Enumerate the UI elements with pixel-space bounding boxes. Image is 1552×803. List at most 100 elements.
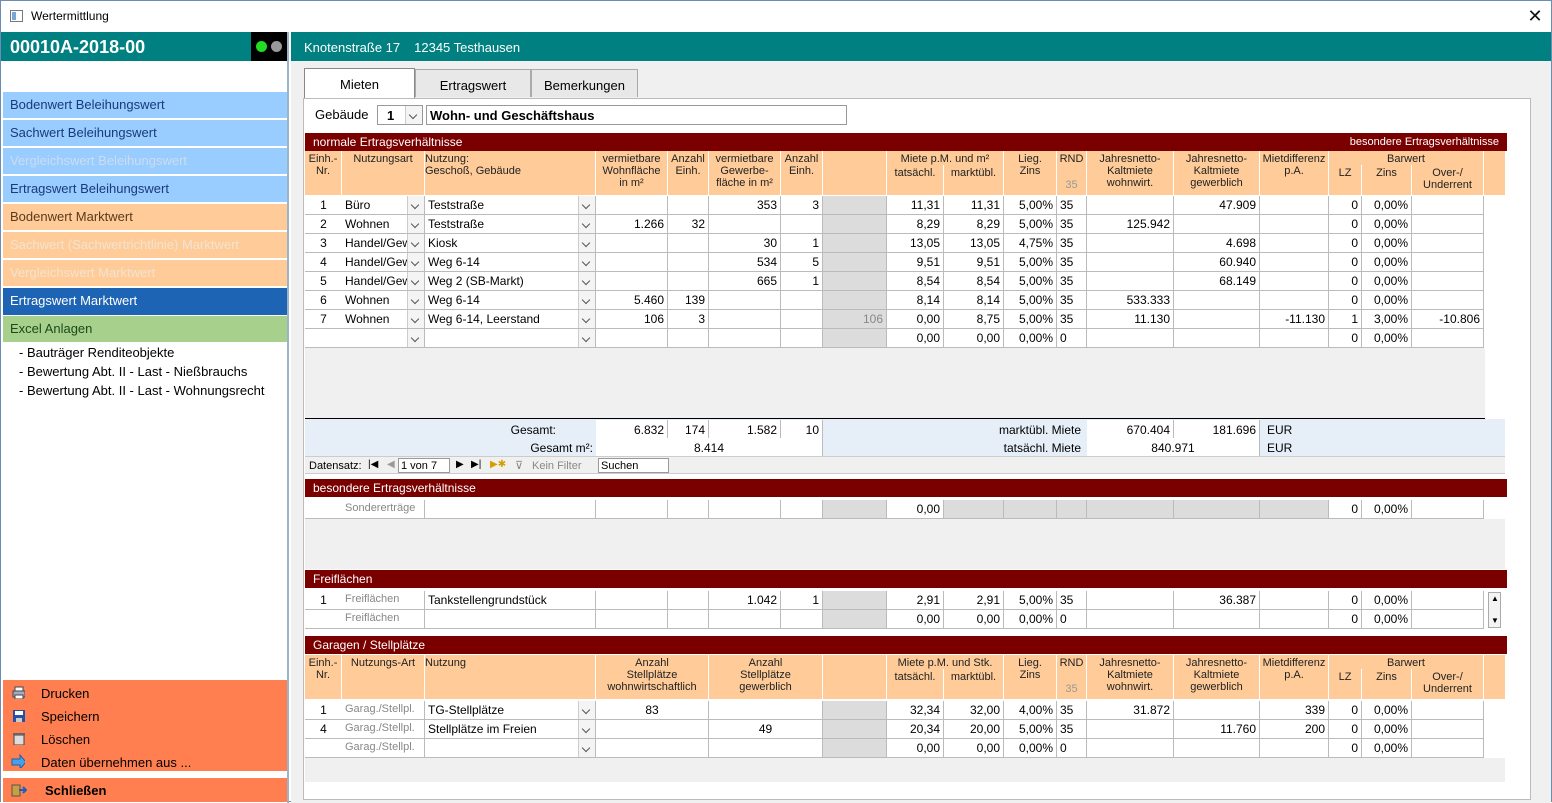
open-jw[interactable] [1087,591,1174,610]
row-gf[interactable]: 353 [709,196,781,215]
row-aw[interactable] [668,329,709,348]
row-jw[interactable]: 533.333 [1087,291,1174,310]
first-record-icon[interactable]: |◀ [368,459,378,470]
garage-stellpl-w[interactable]: 83 [596,701,709,720]
special-nutz[interactable] [425,500,596,519]
row-bz[interactable]: 0,00% [1362,253,1412,272]
nav-item-4[interactable]: Bodenwert Marktwert [3,204,287,231]
tab-mieten[interactable]: Mieten [304,68,415,98]
garage-m[interactable]: 32,00 [944,701,1004,720]
garage-jw[interactable]: 31.872 [1087,701,1174,720]
open-jg[interactable]: 36.387 [1174,591,1260,610]
row-lz[interactable]: 0 [1329,253,1362,272]
garage-x[interactable] [823,739,887,758]
row-z[interactable]: 4,75% [1004,234,1057,253]
row-wf[interactable] [596,253,668,272]
row-m[interactable]: 11,31 [944,196,1004,215]
row-nutzung[interactable]: Weg 2 (SB-Markt) [425,272,596,291]
garage-rnd[interactable]: 35 [1057,701,1087,720]
row-rnd[interactable]: 35 [1057,253,1087,272]
chevron-down-icon[interactable] [407,196,424,214]
open-rnd[interactable]: 0 [1057,610,1087,629]
row-m[interactable]: 8,29 [944,215,1004,234]
row-ou[interactable] [1412,234,1484,253]
row-ag[interactable]: 5 [781,253,823,272]
row-aw[interactable]: 139 [668,291,709,310]
chevron-down-icon[interactable] [407,329,424,347]
row-jg[interactable]: 60.940 [1174,253,1260,272]
special-ou[interactable] [1412,500,1484,519]
row-lz[interactable]: 0 [1329,234,1362,253]
row-leerstand[interactable] [823,329,887,348]
row-ag[interactable]: 1 [781,234,823,253]
chevron-down-icon[interactable] [578,196,595,214]
open-nutz[interactable]: Tankstellengrundstück [425,591,596,610]
row-ou[interactable] [1412,291,1484,310]
chevron-down-icon[interactable] [578,329,595,347]
open-art[interactable]: Freiflächen [342,591,425,610]
row-nr[interactable]: 7 [305,310,343,329]
row-ou[interactable] [1412,329,1484,348]
row-jw[interactable] [1087,272,1174,291]
open-jg[interactable] [1174,610,1260,629]
chevron-down-icon[interactable] [578,234,595,252]
row-jg[interactable]: 47.909 [1174,196,1260,215]
row-aw[interactable] [668,196,709,215]
nav-item-3[interactable]: Ertragswert Beleihungswert [3,176,287,203]
row-t[interactable]: 9,51 [887,253,944,272]
action-speichern-button[interactable]: Speichern [3,706,287,728]
row-ou[interactable] [1412,272,1484,291]
next-record-icon[interactable]: ▶ [456,459,464,470]
row-wf[interactable] [596,234,668,253]
open-rnd[interactable]: 35 [1057,591,1087,610]
row-t[interactable]: 8,54 [887,272,944,291]
row-z[interactable]: 0,00% [1004,329,1057,348]
row-m[interactable]: 8,14 [944,291,1004,310]
garage-nutz[interactable]: Stellplätze im Freien [425,720,596,739]
garage-stellpl-g[interactable] [709,701,823,720]
row-lz[interactable]: 0 [1329,215,1362,234]
row-bz[interactable]: 0,00% [1362,272,1412,291]
garage-art[interactable]: Garag./Stellpl. [342,739,425,758]
open-gf[interactable]: 1.042 [709,591,781,610]
row-wf[interactable]: 1.266 [596,215,668,234]
row-nr[interactable]: 6 [305,291,343,310]
open-wf[interactable] [596,591,668,610]
open-m[interactable]: 0,00 [944,610,1004,629]
chevron-down-icon[interactable] [578,701,595,719]
row-t[interactable]: 11,31 [887,196,944,215]
special-rnd[interactable] [1057,500,1087,519]
garage-nr[interactable]: 4 [305,720,343,739]
garage-z[interactable]: 0,00% [1004,739,1057,758]
garage-rnd[interactable]: 35 [1057,720,1087,739]
garage-md[interactable]: 339 [1260,701,1329,720]
special-md[interactable] [1260,500,1329,519]
row-wf[interactable] [596,196,668,215]
row-jw[interactable] [1087,234,1174,253]
row-leerstand[interactable] [823,215,887,234]
special-jw[interactable] [1087,500,1174,519]
special-ag[interactable] [781,500,823,519]
row-ag[interactable]: 3 [781,196,823,215]
action-löschen-button[interactable]: Löschen [3,729,287,751]
garage-bz[interactable]: 0,00% [1362,701,1412,720]
last-record-icon[interactable]: ▶| [471,459,481,470]
chevron-down-icon[interactable] [407,272,424,290]
row-jg[interactable] [1174,215,1260,234]
row-t[interactable]: 13,05 [887,234,944,253]
row-m[interactable]: 8,75 [944,310,1004,329]
close-window-button[interactable]: ✕ [1523,5,1547,27]
open-nutz[interactable] [425,610,596,629]
special-jg[interactable] [1174,500,1260,519]
nav-item-8[interactable]: Excel Anlagen [3,316,287,343]
garage-bz[interactable]: 0,00% [1362,739,1412,758]
row-ag[interactable] [781,215,823,234]
filter-status[interactable]: Kein Filter [532,460,582,472]
row-wf[interactable] [596,272,668,291]
row-aw[interactable] [668,253,709,272]
open-m[interactable]: 2,91 [944,591,1004,610]
row-ou[interactable] [1412,196,1484,215]
row-rnd[interactable]: 35 [1057,310,1087,329]
row-md[interactable] [1260,234,1329,253]
row-jw[interactable]: 125.942 [1087,215,1174,234]
